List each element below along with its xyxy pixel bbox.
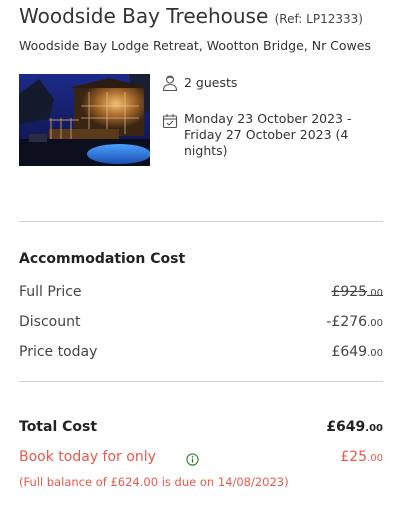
divider — [19, 221, 383, 222]
calendar-check-icon — [162, 113, 180, 131]
divider — [19, 381, 383, 382]
property-ref: (Ref: LP12333) — [274, 12, 363, 26]
price-today-label: Price today — [19, 344, 98, 360]
balance-due-note: (Full balance of £624.00 is due on 14/08… — [19, 475, 289, 489]
deposit-label: Book today for only — [19, 449, 156, 465]
booking-dates: Monday 23 October 2023 - Friday 27 Octob… — [184, 111, 352, 158]
discount-value: -£276.00 — [326, 314, 383, 330]
deposit-value: £25.00 — [340, 449, 383, 465]
full-price-label: Full Price — [19, 284, 82, 300]
discount-label: Discount — [19, 314, 81, 330]
info-icon[interactable] — [186, 451, 199, 466]
property-address: Woodside Bay Lodge Retreat, Wootton Brid… — [19, 38, 371, 53]
total-cost-value: £649.00 — [326, 419, 383, 435]
price-today-value: £649.00 — [331, 344, 383, 360]
guests-count: 2 guests — [184, 75, 238, 90]
property-name: Woodside Bay Treehouse — [19, 4, 269, 28]
person-icon — [161, 74, 179, 92]
property-title: Woodside Bay Treehouse (Ref: LP12333) — [19, 4, 363, 28]
property-photo — [19, 74, 150, 166]
total-cost-label: Total Cost — [19, 419, 98, 435]
accommodation-cost-heading: Accommodation Cost — [19, 251, 186, 267]
full-price-value: £925.00 — [331, 284, 383, 300]
